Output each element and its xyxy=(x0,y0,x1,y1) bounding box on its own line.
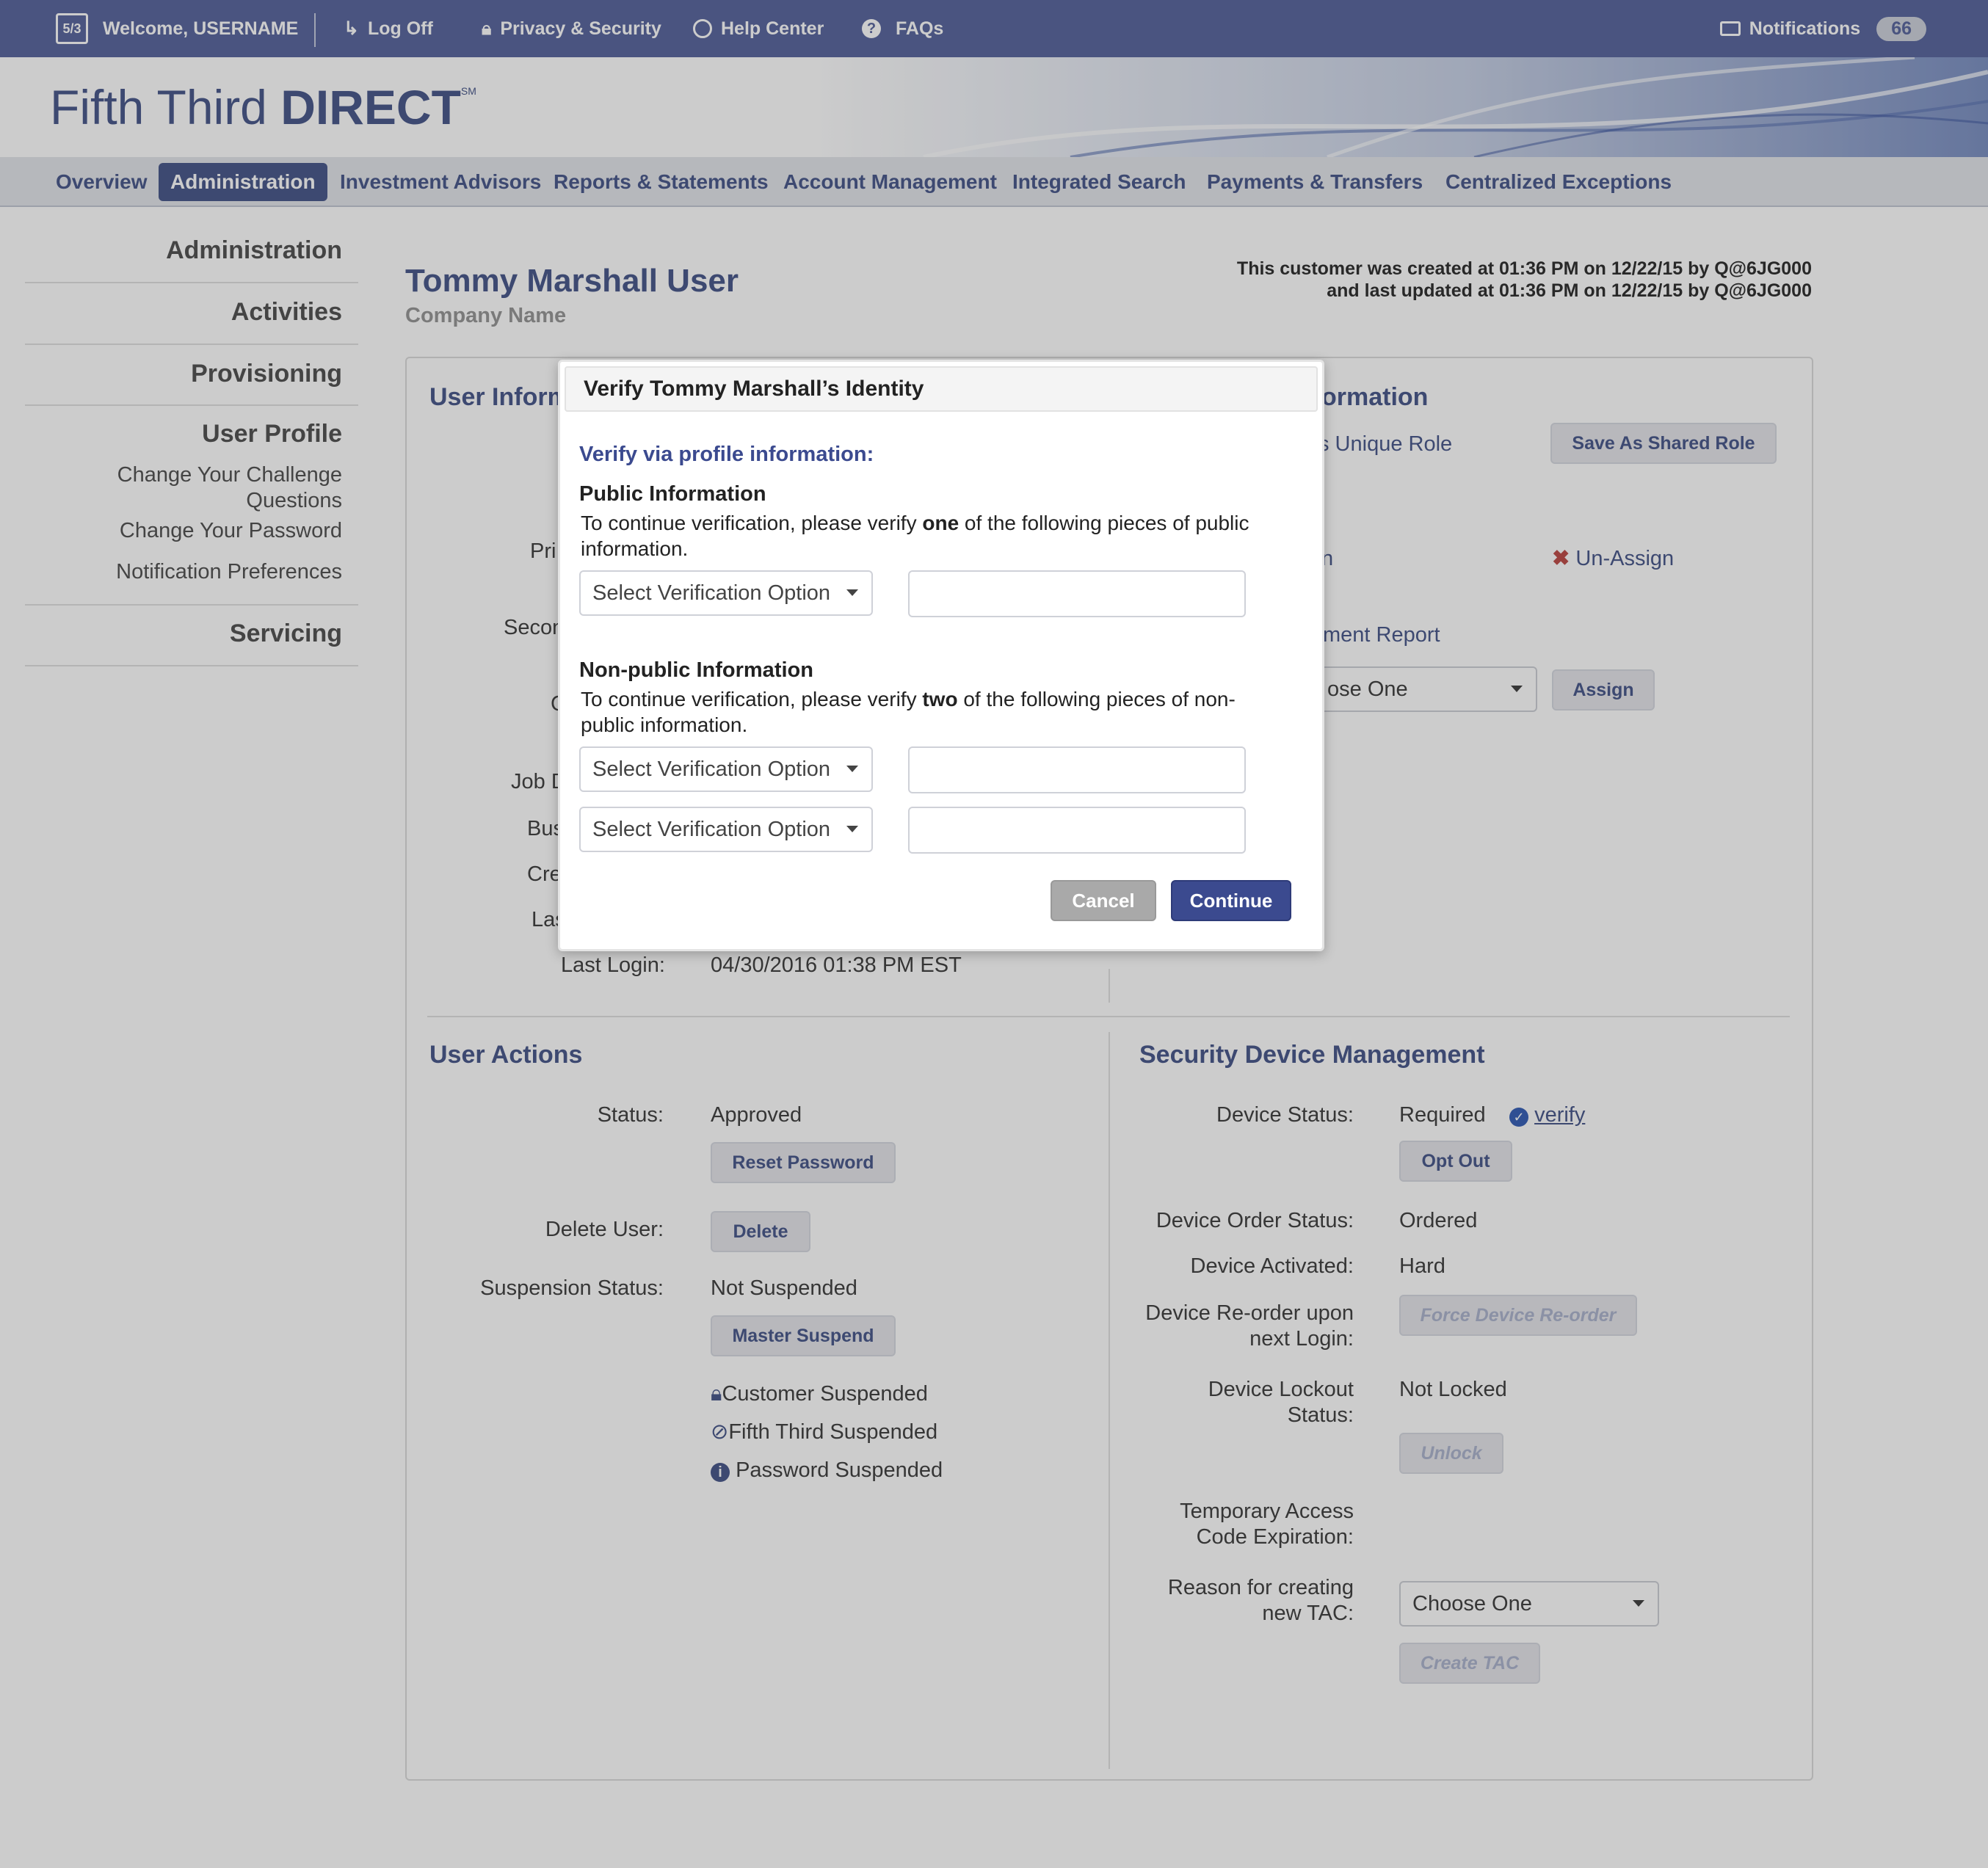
dialog-title: Verify Tommy Marshall’s Identity xyxy=(565,366,1318,412)
nonpublic-info-heading: Non-public Information xyxy=(579,658,813,682)
public-info-text: To continue verification, please verify … xyxy=(581,512,1249,560)
public-info-heading: Public Information xyxy=(579,482,766,506)
continue-button[interactable]: Continue xyxy=(1171,880,1291,921)
cancel-button[interactable]: Cancel xyxy=(1051,880,1156,921)
nonpublic-verification-input-1[interactable] xyxy=(908,746,1246,793)
chevron-down-icon xyxy=(846,766,858,772)
nonpublic-info-text: To continue verification, please verify … xyxy=(581,688,1236,736)
nonpublic-verification-input-2[interactable] xyxy=(908,807,1246,854)
chevron-down-icon xyxy=(846,826,858,832)
verify-identity-dialog: Verify Tommy Marshall’s Identity Verify … xyxy=(558,360,1324,951)
dialog-subtitle: Verify via profile information: xyxy=(579,443,874,466)
chevron-down-icon xyxy=(846,589,858,596)
public-verification-select[interactable]: Select Verification Option xyxy=(579,570,873,616)
public-verification-input[interactable] xyxy=(908,570,1246,617)
nonpublic-verification-select-2[interactable]: Select Verification Option xyxy=(579,807,873,852)
nonpublic-verification-select-1[interactable]: Select Verification Option xyxy=(579,746,873,792)
